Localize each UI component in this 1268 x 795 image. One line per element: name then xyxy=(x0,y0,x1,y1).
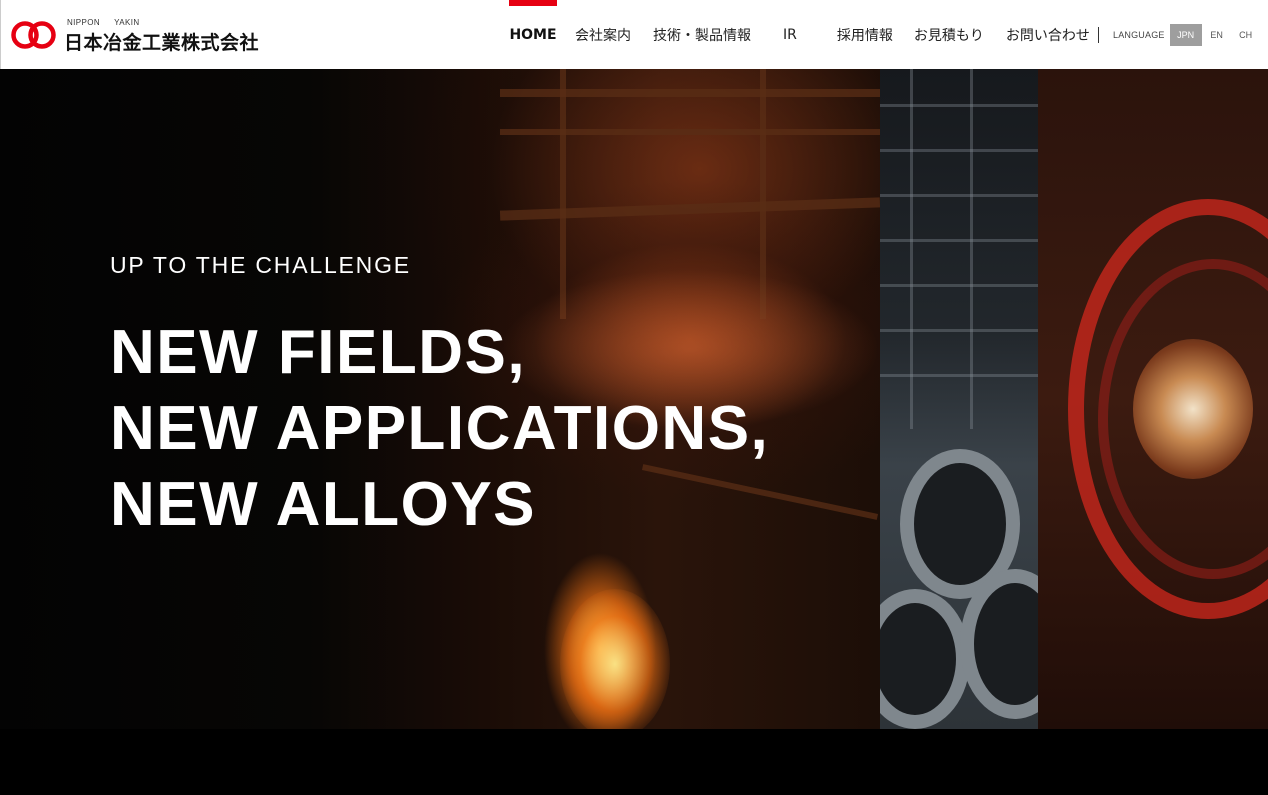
logo-romaji-yakin: YAKIN xyxy=(114,18,140,27)
nav-item-contact[interactable]: お問い合わせ xyxy=(1006,0,1090,69)
hero-title-line: NEW ALLOYS xyxy=(110,470,537,539)
language-label: LANGUAGE xyxy=(1113,30,1165,40)
site-header: NIPPON YAKIN 日本冶金工業株式会社 HOME 会社案内 技術・製品情報… xyxy=(0,0,1268,69)
hero-title-line: NEW FIELDS, xyxy=(110,318,527,387)
company-logo[interactable]: NIPPON YAKIN 日本冶金工業株式会社 xyxy=(11,18,331,54)
nav-item-company[interactable]: 会社案内 xyxy=(575,0,631,69)
nav-item-recruit[interactable]: 採用情報 xyxy=(837,0,893,69)
logo-company-name: 日本冶金工業株式会社 xyxy=(64,32,260,54)
hero-text: UP TO THE CHALLENGE NEW FIELDS, NEW APPL… xyxy=(110,252,769,543)
language-divider xyxy=(1098,27,1099,43)
main-nav: HOME 会社案内 技術・製品情報 IR 採用情報 お見積もり お問い合わせ xyxy=(503,0,1090,69)
hero-subtitle: UP TO THE CHALLENGE xyxy=(110,252,411,278)
hero-image-steel-coils xyxy=(880,69,1038,729)
nav-item-estimate[interactable]: お見積もり xyxy=(914,0,984,69)
language-ch-button[interactable]: CH xyxy=(1232,24,1260,46)
hero-section: UP TO THE CHALLENGE NEW FIELDS, NEW APPL… xyxy=(0,69,1268,729)
company-logo-mark-icon xyxy=(11,21,56,49)
language-jpn-button[interactable]: JPN xyxy=(1169,24,1202,46)
nav-item-home[interactable]: HOME xyxy=(503,0,563,69)
logo-romaji: NIPPON YAKIN xyxy=(67,18,154,27)
hero-title: NEW FIELDS, NEW APPLICATIONS, NEW ALLOYS xyxy=(110,315,769,543)
bottom-band xyxy=(0,729,1268,795)
nav-item-ir[interactable]: IR xyxy=(783,0,797,69)
nav-item-technology-products[interactable]: 技術・製品情報 xyxy=(653,0,751,69)
logo-romaji-nippon: NIPPON xyxy=(67,18,101,27)
hero-title-line: NEW APPLICATIONS, xyxy=(110,394,770,463)
language-switcher: LANGUAGE JPN EN CH xyxy=(1098,23,1260,47)
hero-image-rolling-coil xyxy=(1038,69,1268,729)
language-en-button[interactable]: EN xyxy=(1202,24,1232,46)
